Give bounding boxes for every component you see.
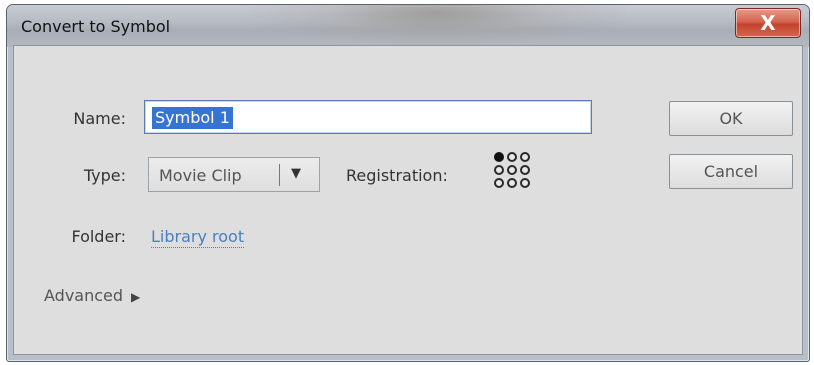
name-input-value: Symbol 1 (152, 107, 233, 129)
dropdown-arrow-icon: ▼ (291, 166, 301, 181)
name-label: Name: (73, 109, 126, 128)
registration-point-bottom-center[interactable] (507, 178, 517, 188)
advanced-label: Advanced (44, 286, 124, 305)
registration-grid-icon (494, 152, 536, 194)
folder-label: Folder: (71, 227, 126, 246)
title-bar-smudge (247, 5, 627, 45)
registration-point-top-right[interactable] (520, 152, 530, 162)
registration-point-top-left[interactable] (494, 152, 504, 162)
name-input[interactable]: Symbol 1 (144, 100, 592, 134)
convert-to-symbol-dialog: Convert to Symbol X Name: Symbol 1 Type:… (6, 4, 810, 362)
dropdown-separator (279, 164, 280, 186)
registration-label: Registration: (346, 166, 448, 185)
registration-point-middle-right[interactable] (520, 165, 530, 175)
registration-point-top-center[interactable] (507, 152, 517, 162)
dialog-body: Name: Symbol 1 Type: Movie Clip ▼ Regist… (13, 45, 803, 355)
registration-point-bottom-right[interactable] (520, 178, 530, 188)
expand-arrow-icon: ▶ (131, 290, 141, 304)
registration-point-middle-left[interactable] (494, 165, 504, 175)
ok-button[interactable]: OK (669, 101, 793, 136)
cancel-button[interactable]: Cancel (669, 154, 793, 189)
close-button[interactable]: X (735, 8, 801, 38)
registration-point-center[interactable] (507, 165, 517, 175)
type-label: Type: (83, 166, 126, 185)
type-dropdown[interactable]: Movie Clip ▼ (148, 157, 320, 192)
type-dropdown-value: Movie Clip (159, 166, 242, 185)
title-bar[interactable]: Convert to Symbol X (7, 5, 809, 47)
close-icon: X (760, 11, 776, 35)
advanced-toggle[interactable]: Advanced ▶ (44, 286, 140, 305)
registration-point-bottom-left[interactable] (494, 178, 504, 188)
folder-link[interactable]: Library root (151, 227, 245, 248)
dialog-title: Convert to Symbol (21, 17, 171, 36)
